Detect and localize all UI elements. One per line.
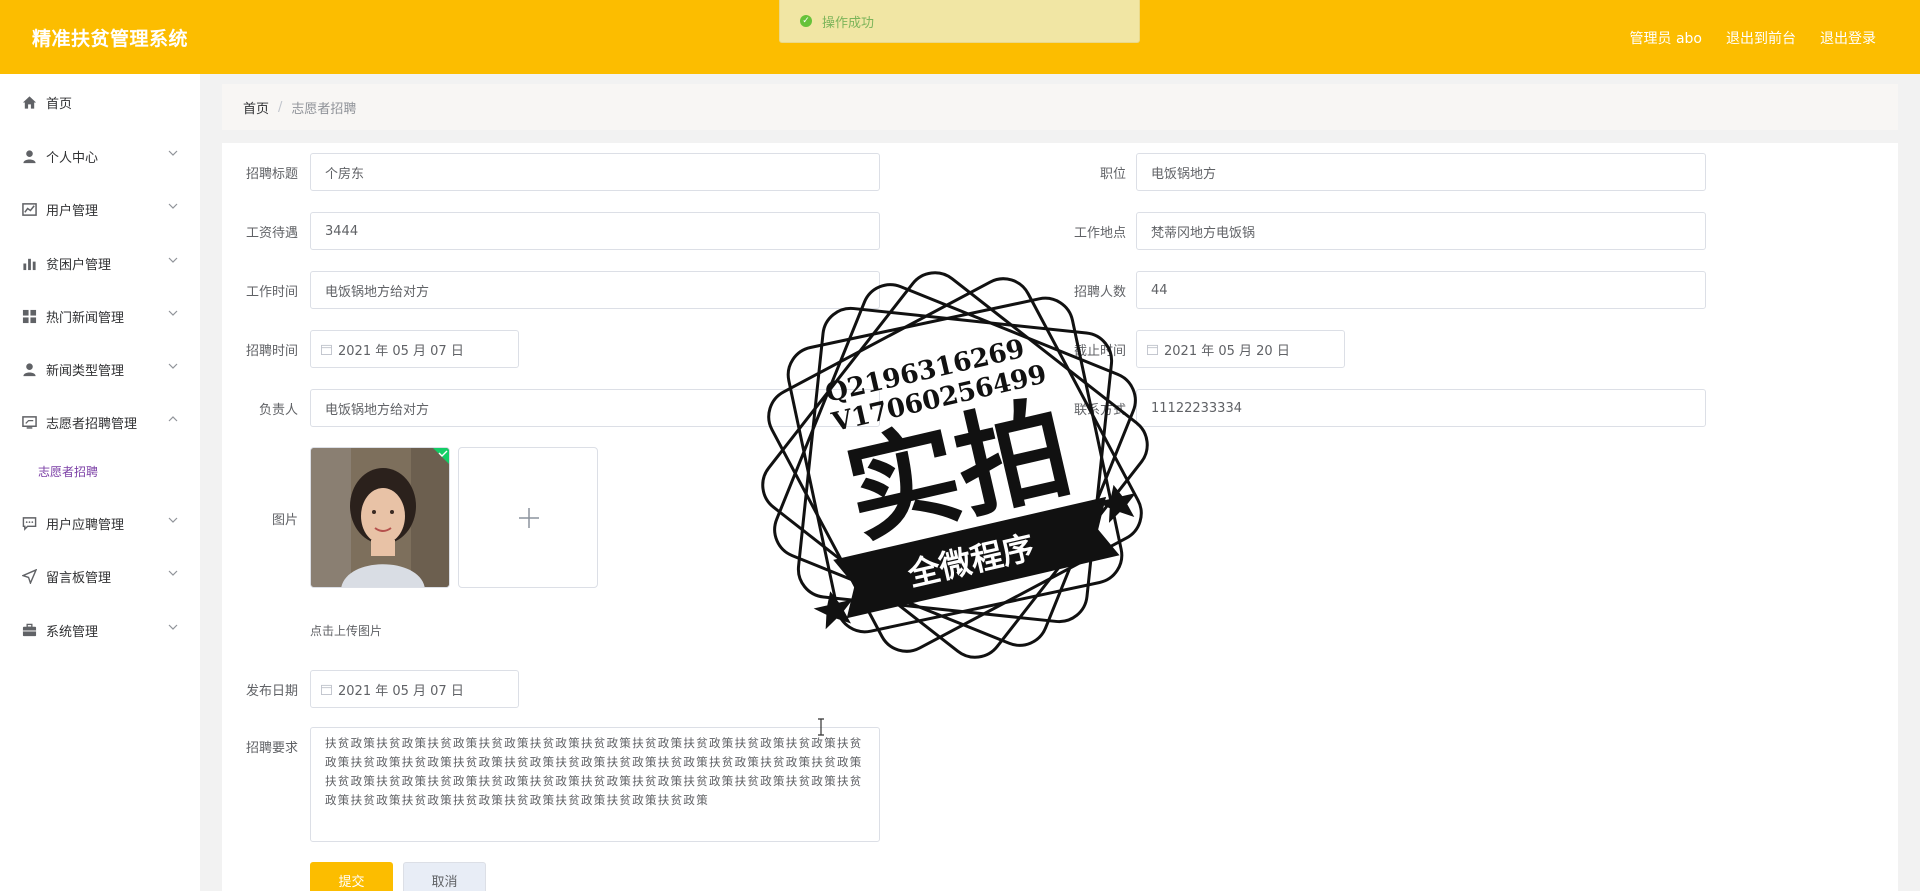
publish-date-value: 2021 年 05 月 07 日 [338,683,464,699]
sidebar-item-label: 留言板管理 [46,570,112,586]
chevron-down-icon [168,363,178,369]
breadcrumb-separator: / [278,99,283,115]
chevron-down-icon [168,203,178,209]
watermark-stamp: Q2196316269 V17060256499 实拍 全微程序 [761,271,1149,659]
chevron-down-icon [168,570,178,576]
grid-icon [22,309,37,323]
location-input[interactable]: 梵蒂冈地方电饭锅 [1136,212,1706,250]
submit-button[interactable]: 提交 [310,862,393,891]
app-title: 精准扶贫管理系统 [32,28,189,50]
uploaded-photo[interactable] [310,447,450,588]
home-icon [22,95,37,109]
publish-date-label: 发布日期 [245,684,298,699]
send-icon [22,568,37,584]
sidebar-item-label: 热门新闻管理 [46,310,125,326]
admin-user-link[interactable]: 管理员 abo [1630,28,1702,48]
chevron-down-icon [168,150,178,156]
title-label: 招聘标题 [245,167,298,182]
sidebar-item-home[interactable]: 首页 [0,82,200,122]
deadline-date-picker[interactable]: 2021 年 05 月 20 日 [1136,330,1345,368]
chart-icon [22,202,37,216]
headcount-input[interactable]: 44 [1136,271,1706,309]
image-label: 图片 [271,513,298,528]
sidebar-item-message-board-management[interactable]: 留言板管理 [0,556,200,596]
sidebar-item-label: 个人中心 [46,150,99,166]
cancel-button[interactable]: 取消 [403,862,486,891]
sidebar-item-label: 志愿者招聘管理 [46,416,138,432]
sidebar-item-system-management[interactable]: 系统管理 [0,610,200,650]
chat-icon [22,516,37,531]
upload-hint: 点击上传图片 [310,624,383,638]
user-icon [23,149,36,163]
manager-label: 负责人 [258,403,298,418]
sidebar: 首页 个人中心 用户管理 贫困户管理 热门新闻管理 新闻类型管理 志愿者招聘管理… [0,74,200,891]
sidebar-item-news-type-management[interactable]: 新闻类型管理 [0,349,200,389]
breadcrumb-home[interactable]: 首页 [243,98,269,117]
sidebar-item-poor-household-management[interactable]: 贫困户管理 [0,243,200,283]
chevron-up-icon [168,416,178,422]
sidebar-item-label: 系统管理 [46,624,99,640]
success-toast: ✓ 操作成功 [779,0,1140,43]
sidebar-item-label: 用户应聘管理 [46,517,125,533]
photo-image [311,448,449,587]
sidebar-item-personal-center[interactable]: 个人中心 [0,136,200,176]
calendar-icon [321,684,332,695]
publish-date-picker[interactable]: 2021 年 05 月 07 日 [310,670,519,708]
contact-input[interactable]: 11122233334 [1136,389,1706,427]
monitor-icon [22,415,37,429]
check-circle-icon: ✓ [800,15,812,27]
sidebar-subitem-volunteer-recruitment[interactable]: 志愿者招聘 [0,454,200,488]
requirements-label: 招聘要求 [245,741,298,756]
chevron-down-icon [168,517,178,523]
salary-label: 工资待遇 [245,226,298,241]
chevron-down-icon [168,310,178,316]
text-cursor-icon [818,718,824,736]
sidebar-item-user-application-management[interactable]: 用户应聘管理 [0,503,200,543]
upload-image-button[interactable] [458,447,598,588]
salary-input[interactable]: 3444 [310,212,880,250]
chevron-down-icon [168,257,178,263]
recruit-date-label: 招聘时间 [245,344,298,359]
deadline-date-value: 2021 年 05 月 20 日 [1164,343,1290,359]
position-label: 职位 [1099,167,1126,182]
position-input[interactable]: 电饭锅地方 [1136,153,1706,191]
breadcrumb-current: 志愿者招聘 [291,101,357,117]
sidebar-item-hot-news-management[interactable]: 热门新闻管理 [0,296,200,336]
requirements-textarea[interactable]: 扶贫政策扶贫政策扶贫政策扶贫政策扶贫政策扶贫政策扶贫政策扶贫政策扶贫政策扶贫政策… [310,727,880,842]
bar-chart-icon [23,258,36,270]
recruit-date-picker[interactable]: 2021 年 05 月 07 日 [310,330,519,368]
header-links: 管理员 abo 退出到前台 退出登录 [1630,28,1876,48]
chevron-down-icon [168,624,178,630]
title-input[interactable]: 个房东 [310,153,880,191]
sidebar-item-user-management[interactable]: 用户管理 [0,189,200,229]
location-label: 工作地点 [1073,226,1126,241]
toast-message: 操作成功 [822,15,875,31]
sidebar-subitem-label: 志愿者招聘 [38,464,99,479]
sidebar-item-label: 新闻类型管理 [46,363,125,379]
exit-to-frontend-link[interactable]: 退出到前台 [1726,28,1796,48]
briefcase-icon [22,623,37,636]
breadcrumb: 首页 / 志愿者招聘 [222,84,1898,130]
calendar-icon [321,344,332,355]
plus-icon [519,508,539,528]
logout-link[interactable]: 退出登录 [1820,28,1876,48]
sidebar-item-volunteer-recruitment-management[interactable]: 志愿者招聘管理 [0,402,200,442]
sidebar-item-label: 首页 [46,96,73,112]
work-time-label: 工作时间 [245,285,298,300]
recruit-date-value: 2021 年 05 月 07 日 [338,343,464,359]
sidebar-item-label: 用户管理 [46,203,99,219]
user-icon [23,362,36,376]
sidebar-item-label: 贫困户管理 [46,257,112,273]
